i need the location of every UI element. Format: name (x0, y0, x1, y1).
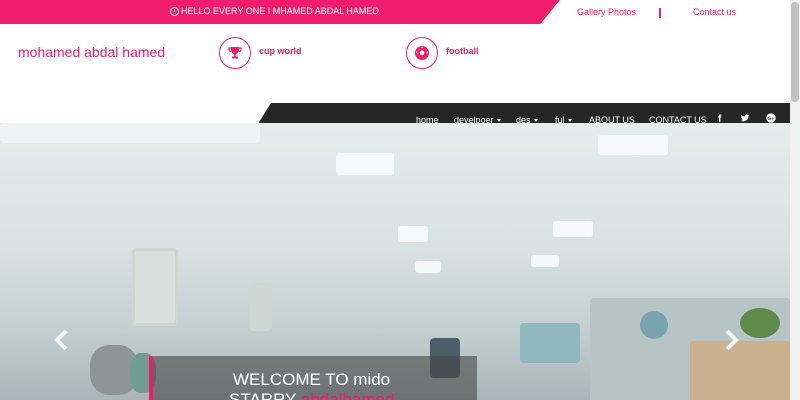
hero-ceiling-light (531, 255, 559, 267)
gallery-photos-link[interactable]: Gallery Photos (577, 7, 636, 17)
page-scrollbar[interactable] (790, 0, 800, 400)
hero-wall-panel (250, 283, 272, 331)
slider-next-arrow[interactable] (722, 329, 740, 357)
hero-ceiling-light (553, 221, 593, 237)
hero-ceiling-light (415, 261, 441, 273)
hero-person (640, 311, 668, 339)
hero-caption-line2-pink: abdalhamed (300, 390, 395, 400)
hero-caption-line1: WELCOME TO mido (233, 370, 391, 389)
feature-label-cup-world: cup world (259, 46, 302, 56)
hero-counter (520, 323, 580, 363)
hero-caption-line2-white: STARRY (229, 390, 301, 400)
clock-icon (170, 6, 179, 16)
greeting-text: HELLO EVERY ONE I MHAMED ABDAL HAMED (170, 6, 379, 16)
caret-down-icon (567, 119, 572, 123)
scrollbar-thumb[interactable] (791, 2, 799, 102)
feature-label-football: football (446, 46, 479, 56)
hero-wall (0, 123, 260, 143)
caret-down-icon (533, 119, 538, 123)
topbar-divider (659, 8, 661, 18)
slider-prev-arrow[interactable] (53, 329, 71, 357)
caret-down-icon (496, 119, 501, 123)
feature-cup-world[interactable]: cup world (219, 37, 302, 69)
soccer-ball-icon (406, 37, 438, 69)
contact-us-link[interactable]: Contact us (693, 7, 736, 17)
feature-football[interactable]: football (406, 37, 479, 69)
hero-ceiling-light (398, 226, 428, 242)
svg-text:G+: G+ (767, 116, 775, 122)
hero-desk (690, 341, 790, 400)
hero-wall-painting (132, 248, 178, 326)
hero-ceiling-light (598, 135, 668, 155)
hero-ceiling-light (336, 153, 394, 175)
hero-caption: WELCOME TO mido STARRY abdalhamed (149, 356, 477, 400)
site-title[interactable]: mohamed abdal hamed (18, 44, 165, 60)
trophy-icon (219, 37, 251, 69)
greeting-label: HELLO EVERY ONE I MHAMED ABDAL HAMED (181, 6, 379, 16)
hero-plant (740, 308, 780, 338)
hero-caption-line2: STARRY abdalhamed (229, 390, 394, 400)
top-bar: HELLO EVERY ONE I MHAMED ABDAL HAMED Gal… (0, 0, 790, 24)
